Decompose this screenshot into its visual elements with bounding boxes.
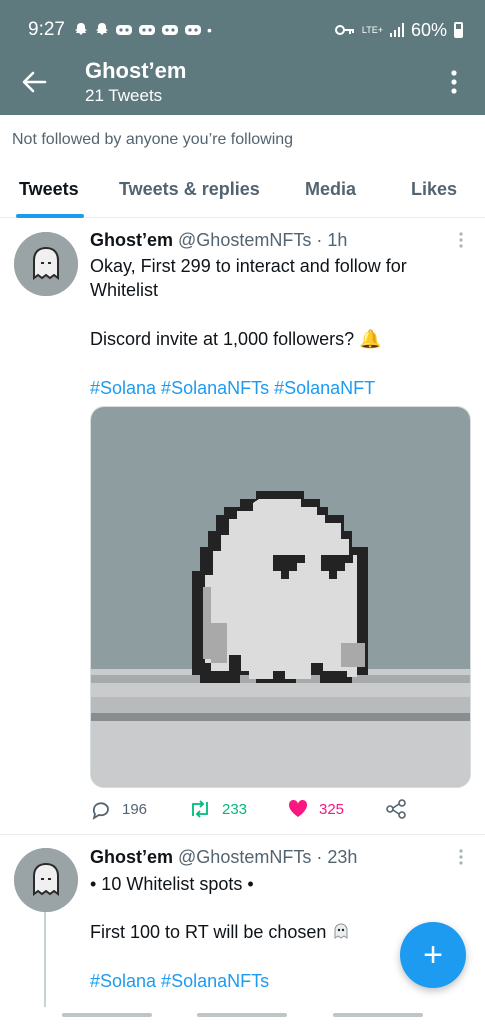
back-arrow-icon[interactable] — [20, 68, 48, 96]
tab-tweets-replies[interactable]: Tweets & replies — [119, 179, 260, 200]
profile-header: Ghost’em 21 Tweets — [0, 50, 485, 115]
reply-icon — [92, 802, 109, 820]
page-title: Ghost’em — [85, 58, 187, 83]
plus-icon: + — [423, 936, 443, 974]
avatar[interactable] — [14, 848, 78, 912]
share-icon — [386, 799, 406, 819]
notification-icons: • — [73, 22, 212, 38]
tweet-author[interactable]: Ghost’em @GhostemNFTs · 23h — [90, 847, 357, 868]
status-time: 9:27 — [28, 19, 65, 40]
nav-handle[interactable] — [62, 1013, 152, 1017]
tab-likes[interactable]: Likes — [411, 179, 457, 200]
more-options-icon[interactable] — [446, 68, 462, 96]
battery-icon — [454, 22, 463, 38]
share-button[interactable] — [385, 798, 407, 820]
thread-line — [44, 912, 46, 1007]
key-icon — [334, 25, 354, 35]
tweet-text: First 100 to RT will be chosen — [90, 922, 327, 942]
ghost-emoji-icon — [334, 923, 348, 939]
author-handle-time: @GhostemNFTs · 1h — [178, 230, 348, 250]
like-button[interactable]: 325 — [287, 798, 344, 820]
dot-icon: • — [206, 22, 212, 38]
bell-emoji: 🔔 — [359, 329, 382, 349]
tweet-text-line: Whitelist — [90, 280, 159, 300]
ghost-avatar-icon — [14, 232, 78, 296]
tweet-menu-icon[interactable] — [458, 848, 464, 866]
heart-icon — [288, 799, 308, 817]
tweet-text-line: Okay, First 299 to interact and follow f… — [90, 256, 407, 276]
retweet-count: 233 — [222, 800, 248, 818]
like-count: 325 — [319, 800, 345, 818]
author-name: Ghost’em — [90, 847, 174, 867]
retweet-icon — [192, 800, 208, 818]
tweet-text-line: First 100 to RT will be chosen — [90, 920, 351, 944]
tweet-text: Discord invite at 1,000 followers? — [90, 329, 355, 349]
reply-button[interactable]: 196 — [90, 798, 147, 820]
tweet-divider — [0, 834, 485, 835]
retweet-button[interactable]: 233 — [188, 798, 247, 820]
tab-tweets[interactable]: Tweets — [19, 179, 79, 200]
ghost-avatar-icon — [14, 848, 78, 912]
nav-handle[interactable] — [197, 1013, 287, 1017]
tweet-text-line: Discord invite at 1,000 followers? 🔔 — [90, 327, 382, 351]
tweet-count: 21 Tweets — [85, 86, 163, 105]
compose-tweet-button[interactable]: + — [400, 922, 466, 988]
tweet-menu-icon[interactable] — [458, 231, 464, 249]
signal-icon — [389, 23, 404, 37]
follow-context: Not followed by anyone you’re following — [12, 131, 294, 148]
profile-tabs: Tweets Tweets & replies Media Likes — [0, 166, 485, 218]
battery-percent: 60% — [410, 19, 447, 40]
network-type: LTE+ — [361, 24, 383, 35]
avatar[interactable] — [14, 232, 78, 296]
tweet-text-line: • 10 Whitelist spots • — [90, 874, 254, 894]
snapchat-icon — [74, 23, 87, 35]
tweet-image[interactable] — [90, 406, 471, 788]
snapchat-icon — [95, 23, 108, 35]
gesture-navigation-bar — [0, 1008, 485, 1024]
reply-count: 196 — [122, 800, 148, 818]
hashtags[interactable]: #Solana #SolanaNFTs #SolanaNFT — [90, 376, 375, 400]
hashtags[interactable]: #Solana #SolanaNFTs — [90, 969, 269, 993]
discord-icon — [184, 25, 201, 35]
active-tab-indicator — [16, 214, 84, 218]
tab-media[interactable]: Media — [305, 179, 356, 200]
author-name: Ghost’em — [90, 230, 174, 250]
tweet-author[interactable]: Ghost’em @GhostemNFTs · 1h — [90, 230, 347, 251]
nav-handle[interactable] — [333, 1013, 423, 1017]
pixel-ghost-image — [91, 407, 470, 787]
tweet-actions: 196 233 325 — [90, 798, 420, 826]
discord-icon — [138, 25, 155, 35]
discord-icon — [161, 25, 178, 35]
author-handle-time: @GhostemNFTs · 23h — [178, 847, 358, 867]
discord-icon — [115, 25, 132, 35]
